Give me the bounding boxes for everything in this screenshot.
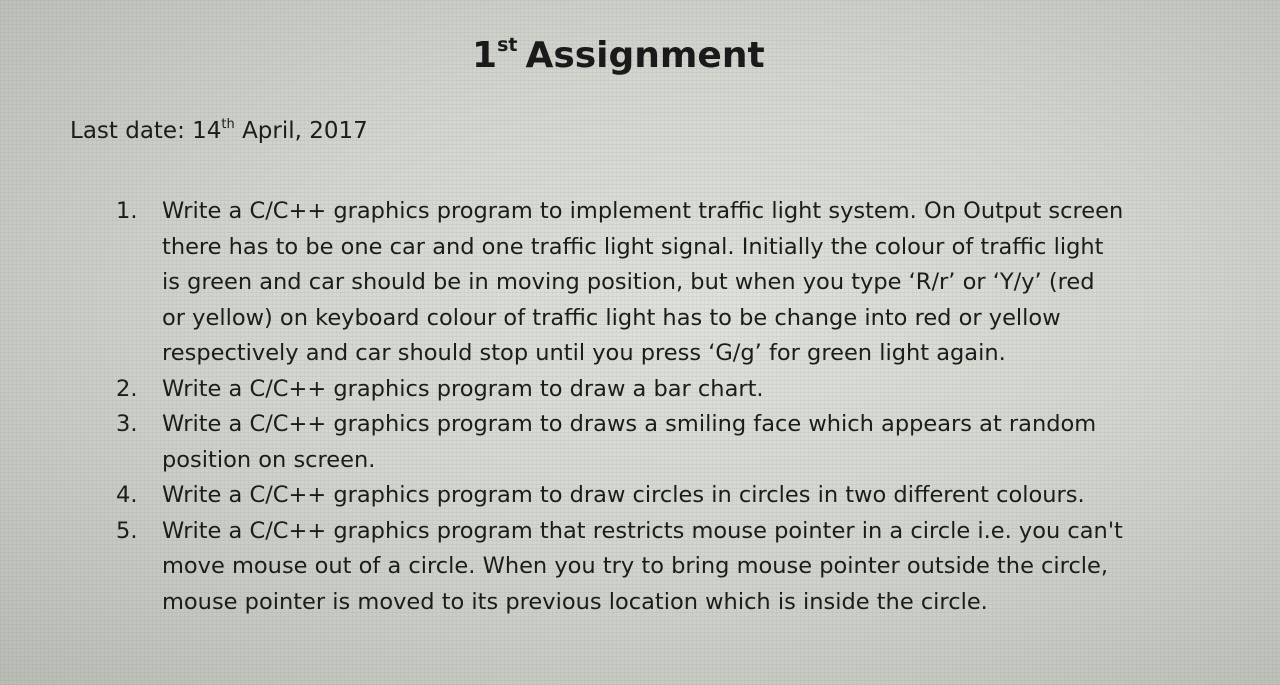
item-line: Write a C/C++ graphics program to draw a… [162, 375, 764, 402]
item-line: is green and car should be in moving pos… [162, 269, 1095, 295]
item-line: Write a C/C++ graphics program to implem… [162, 198, 1124, 224]
list-item: 2. Write a C/C++ graphics program to dra… [116, 372, 1176, 408]
item-line: Write a C/C++ graphics program to draws … [162, 411, 1097, 437]
item-number: 5. [116, 517, 138, 544]
title-main: Assignment [525, 35, 765, 76]
list-item: 5. Write a C/C++ graphics program that r… [116, 514, 1176, 621]
item-line: there has to be one car and one traffic … [162, 233, 1104, 260]
item-number: 2. [116, 375, 138, 402]
item-line: mouse pointer is moved to its previous l… [162, 588, 988, 615]
item-line: Write a C/C++ graphics program that rest… [162, 517, 1123, 544]
item-line: Write a C/C++ graphics program to draw c… [162, 482, 1085, 508]
last-date-label: Last date: 14 [70, 118, 222, 144]
list-item: 4. Write a C/C++ graphics program to dra… [116, 478, 1176, 514]
title-superscript: st [497, 34, 518, 56]
assignment-sheet-photo: 1st Assignment Last date: 14th April, 201… [0, 0, 1280, 685]
item-number: 1. [116, 198, 138, 224]
item-line: position on screen. [162, 446, 376, 473]
item-line: move mouse out of a circle. When you try… [162, 553, 1109, 579]
item-line: respectively and car should stop until y… [162, 340, 1006, 366]
last-date-superscript: th [221, 117, 235, 132]
list-item: 3. Write a C/C++ graphics program to dra… [116, 407, 1176, 478]
page-title: 1st Assignment [472, 34, 765, 76]
assignment-list: 1. Write a C/C++ graphics program to imp… [116, 194, 1176, 620]
item-number: 3. [116, 411, 138, 437]
last-date: Last date: 14th April, 2017 [70, 117, 368, 144]
item-number: 4. [116, 482, 138, 508]
last-date-rest: April, 2017 [234, 118, 368, 144]
list-item: 1. Write a C/C++ graphics program to imp… [116, 194, 1176, 372]
item-line: or yellow) on keyboard colour of traffic… [162, 304, 1061, 331]
title-number: 1 [472, 35, 498, 76]
